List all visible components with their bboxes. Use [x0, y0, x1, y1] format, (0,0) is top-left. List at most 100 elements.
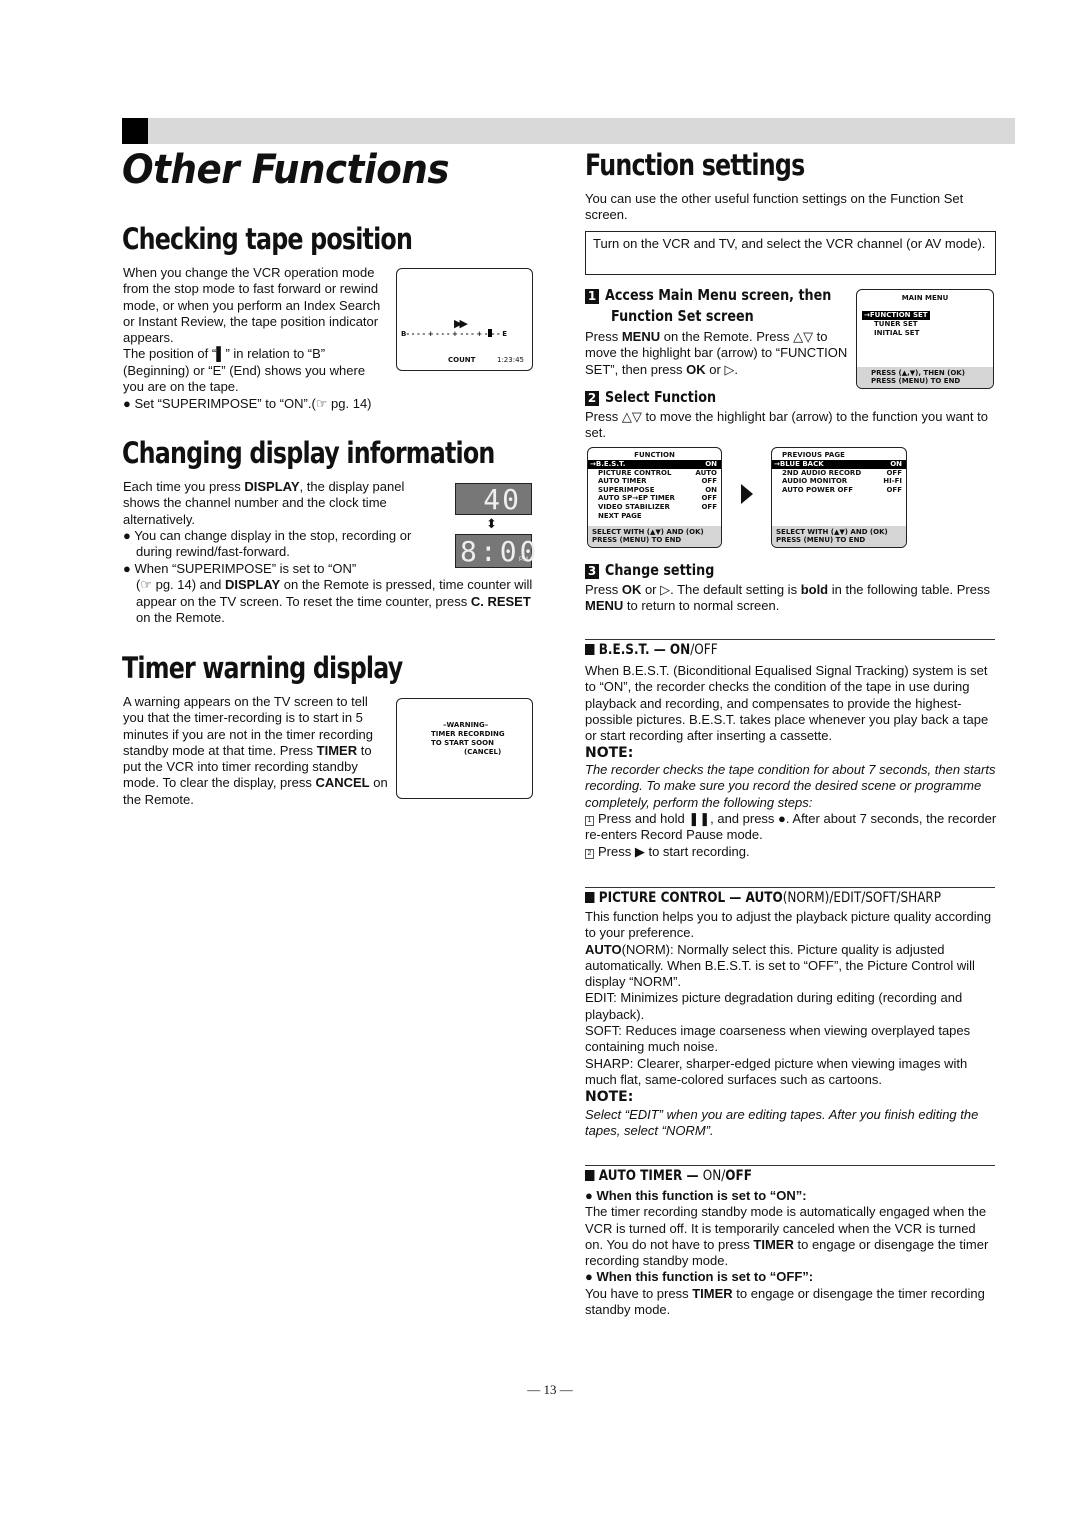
function-row-value: OFF [701, 502, 717, 511]
step-1-body: Press MENU on the Remote. Press △▽ to mo… [585, 329, 850, 378]
function-row-value: OFF [886, 485, 902, 494]
text: Press ▶ to start recording. [598, 844, 750, 859]
heading-bold: AUTO TIMER — [598, 1168, 703, 1184]
best-heading: B.E.S.T. — ON/OFF [585, 641, 718, 659]
key-menu: MENU [585, 598, 624, 614]
lcd-ampm: PM [519, 557, 528, 563]
step-1-title-line-2: Function Set screen [611, 307, 754, 325]
heading-bold: PICTURE CONTROL — AUTO [598, 890, 783, 906]
auto-timer-on-text: The timer recording standby mode is auto… [585, 1204, 997, 1269]
count-label: COUNT [448, 356, 476, 364]
key-ok: OK [621, 582, 642, 597]
key-ok: OK [686, 361, 706, 377]
page-number: — 13 — [527, 1382, 573, 1397]
key-timer: TIMER [753, 1236, 794, 1252]
heading-end: OFF [725, 1168, 752, 1184]
key-c-reset: C. RESET [470, 593, 531, 609]
function-row-label: AUTO TIMER [598, 477, 647, 486]
section-divider [585, 639, 995, 640]
function-row-value: ON [705, 460, 717, 468]
scale-end-label: - - E [491, 330, 508, 338]
bullet-icon: ● [585, 1188, 597, 1203]
text: or ▷. The default setting is [641, 582, 801, 597]
main-menu-item-initial-set[interactable]: INITIAL SET [874, 329, 919, 338]
key-timer: TIMER [692, 1285, 733, 1301]
tape-scale: B- - - - + - - - + - - - + -- - E [401, 329, 507, 339]
heading-mid: ON/ [702, 1168, 726, 1184]
key-cancel: CANCEL [315, 775, 370, 791]
function-row[interactable]: SUPERIMPOSE ON [588, 486, 721, 495]
function-row-value: OFF [886, 468, 902, 477]
function-row-label: PICTURE CONTROL [598, 468, 672, 477]
footer-line: PRESS (MENU) TO END [871, 377, 961, 386]
step-2-body: Press △▽ to move the highlight bar (arro… [585, 409, 988, 441]
function-row[interactable]: VIDEO STABILIZER OFF [588, 503, 721, 512]
edit-desc: EDIT: Minimizes picture degradation duri… [585, 990, 963, 1022]
warning-line-3: TO START SOON [431, 739, 494, 747]
step-1-title: 1 Access Main Menu screen, then [585, 285, 871, 305]
warning-line-1: –WARNING– [443, 721, 489, 729]
text: in the following table. Press [828, 582, 990, 597]
best-step-2: 2 Press ▶ to start recording. [585, 844, 997, 860]
function-row[interactable]: →B.E.S.T. ON [588, 460, 721, 469]
function-row-label: →BLUE BACK [774, 460, 824, 468]
function-row[interactable]: NEXT PAGE [588, 512, 721, 521]
function-row[interactable]: AUDIO MONITOR HI-FI [772, 477, 906, 486]
function-row-value: AUTO [695, 468, 717, 477]
toggle-arrows-icon: ⬍ [486, 516, 497, 531]
text: Press [585, 329, 622, 344]
function-screen-title: FUNCTION [634, 451, 675, 459]
footer-line: PRESS (MENU) TO END [776, 536, 866, 545]
text: Press [585, 582, 622, 597]
function-row-value: OFF [701, 477, 717, 486]
picture-control-note: Select “EDIT” when you are editing tapes… [585, 1107, 979, 1139]
function-row[interactable]: AUTO SP→EP TIMER OFF [588, 494, 721, 503]
text: You can change display in the stop, reco… [134, 528, 412, 560]
step-title-text: Select Function [605, 388, 717, 406]
picture-control-body: This function helps you to adjust the pl… [585, 909, 997, 1088]
function-row[interactable]: AUTO POWER OFF OFF [772, 486, 906, 495]
function-row[interactable]: AUTO TIMER OFF [588, 477, 721, 486]
key-menu: MENU [621, 329, 661, 344]
function-row[interactable]: →BLUE BACK ON [772, 460, 906, 469]
picture-control-note-label: NOTE: [585, 1089, 634, 1105]
tape-position-text: When you change the VCR operation mode f… [123, 265, 381, 346]
soft-desc: SOFT: Reduces image coarseness when view… [585, 1023, 971, 1055]
function-row-value: OFF [701, 494, 717, 503]
best-note-label: NOTE: [585, 745, 634, 761]
function-row-label: VIDEO STABILIZER [598, 502, 670, 511]
function-row[interactable]: PICTURE CONTROL AUTO [588, 469, 721, 478]
footer-line: PRESS (▲,▼), THEN (OK) [871, 368, 965, 377]
tape-position-body: When you change the VCR operation mode f… [123, 265, 388, 395]
tape-position-screen: ▶▶ B- - - - + - - - + - - - + -- - E COU… [396, 268, 533, 371]
function-screen-2-rows: →BLUE BACK ON 2ND AUDIO RECORD OFF AUDIO MON… [772, 460, 906, 494]
auto-timer-body: ● When this function is set to “ON”: The… [585, 1188, 997, 1318]
function-screen: FUNCTION →B.E.S.T. ON PICTURE CONTROL AUTO A… [587, 447, 722, 548]
main-menu-item-function-set[interactable]: →FUNCTION SET [862, 311, 930, 320]
best-body: When B.E.S.T. (Biconditional Equalised S… [585, 663, 989, 744]
function-settings-intro: You can use the other useful function se… [585, 191, 964, 223]
text: The position of “ [123, 346, 217, 362]
auto-timer-off-text: You have to press TIMER to engage or dis… [585, 1286, 997, 1319]
text: or ▷. [705, 361, 739, 377]
picture-control-heading: PICTURE CONTROL — AUTO(NORM)/EDIT/SOFT/S… [585, 889, 941, 907]
footer-line: PRESS (MENU) TO END [592, 536, 682, 545]
auto-timer-off-label: ● When this function is set to “OFF”: [585, 1269, 997, 1285]
next-page-arrow-stem [741, 489, 746, 499]
step-number-2: 2 [585, 391, 599, 406]
auto-timer-on-label: ● When this function is set to “ON”: [585, 1188, 997, 1204]
heading-rest: (NORM)/EDIT/SOFT/SHARP [782, 890, 942, 906]
function-row-label: →B.E.S.T. [590, 460, 626, 468]
display-bullet-2: ● When “SUPERIMPOSE” is set to “ON” (☞ p… [123, 561, 533, 626]
previous-page-item[interactable]: PREVIOUS PAGE [782, 451, 845, 460]
footer-line: SELECT WITH (▲▼) AND (OK) [776, 527, 888, 536]
display-info-heading: Changing display information [122, 436, 495, 470]
text: You have to press [585, 1285, 693, 1301]
best-note: The recorder checks the tape condition f… [585, 762, 996, 810]
footer-line: SELECT WITH (▲▼) AND (OK) [592, 527, 704, 536]
timer-warning-screen: –WARNING– TIMER RECORDING TO START SOON … [396, 698, 533, 799]
warning-line-4: (CANCEL) [464, 748, 502, 756]
main-menu-item-tuner-set[interactable]: TUNER SET [874, 320, 918, 329]
function-row[interactable]: 2ND AUDIO RECORD OFF [772, 469, 906, 478]
text: (☞ pg. 14) and [136, 577, 225, 593]
